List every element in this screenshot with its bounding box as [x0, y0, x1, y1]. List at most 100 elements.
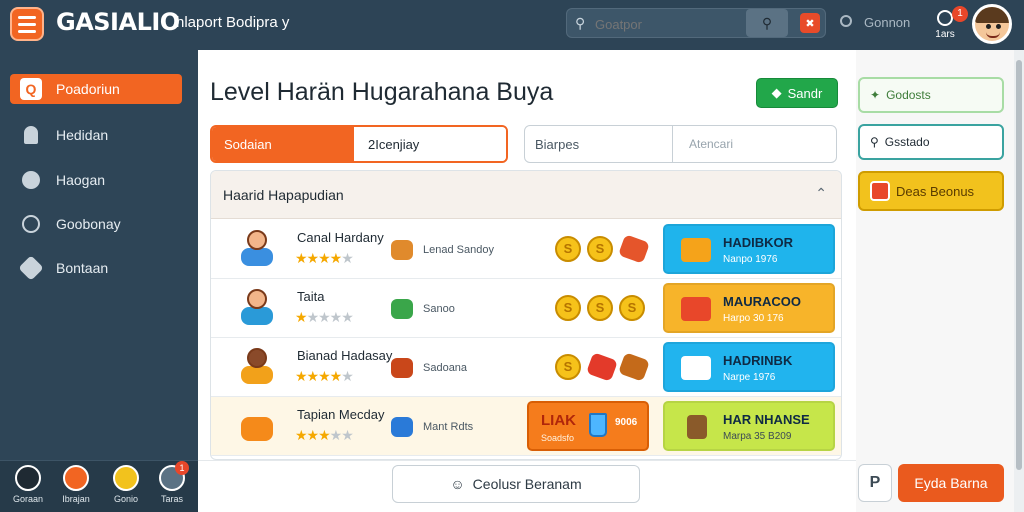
reward-title: HAR NHANSE — [723, 412, 810, 427]
menu-button[interactable] — [10, 7, 44, 41]
rating-stars: ★★★★★ — [295, 427, 354, 443]
sidebar-item-label: Hedidan — [56, 127, 109, 143]
filter-atencari[interactable]: Atencari — [673, 126, 836, 162]
dock-item-gonio[interactable]: Gonio — [104, 465, 148, 504]
clear-icon[interactable]: ✖ — [800, 13, 820, 33]
send-button-label: Sandr — [787, 85, 823, 101]
primary-action-button[interactable]: Eyda Barna — [898, 464, 1004, 502]
reward-card[interactable]: HADRINBK Narpe 1976 — [663, 342, 835, 392]
status-text: Gonnon — [864, 15, 911, 30]
coin-icon: S — [619, 295, 645, 321]
filter-biarpes[interactable]: Biarpes — [525, 126, 673, 162]
search-panel-button[interactable]: ⚲ Gsstado — [858, 124, 1004, 160]
dock-label: Ibrajan — [62, 494, 90, 504]
sidebar-item-hedidan[interactable]: Hedidan — [10, 120, 182, 150]
notification-badge: 1 — [952, 6, 968, 22]
bottle-icon — [391, 358, 413, 378]
item-name: Sanoo — [423, 303, 455, 315]
sidebar-item-poadoriun[interactable]: Q Poadoriun — [10, 74, 182, 104]
reward-card[interactable]: HADIBKOR Nanpo 1976 — [663, 224, 835, 274]
diamond-icon: ◆ — [771, 85, 782, 100]
app-subtitle: hlaport Bodipra y — [176, 14, 290, 31]
sidebar-item-label: Goobonay — [56, 216, 121, 232]
list-header: Haarid Hapapudian ⌃ — [211, 171, 841, 219]
user-avatar[interactable] — [972, 4, 1012, 44]
search-icon: ⚲ — [870, 135, 879, 149]
rating-stars: ★★★★★ — [295, 250, 354, 266]
godosts-button[interactable]: ✦ Godosts — [858, 77, 1004, 113]
dock-item-goraan[interactable]: Goraan — [6, 465, 50, 504]
page-title: Level Harän Hugarahana Buya — [210, 78, 554, 106]
item-name: Lenad Sandoy — [423, 244, 494, 256]
tab-sodaian[interactable]: Sodaian — [212, 127, 354, 161]
list-item[interactable]: Bianad Hadasay ★★★★★ Sadoana S HADRINBK … — [211, 338, 841, 397]
reward-card[interactable]: HAR NHANSE Marpa 35 B209 — [663, 401, 835, 451]
list-header-title: Haarid Hapapudian — [223, 187, 344, 203]
rating-stars: ★★★★★ — [295, 309, 354, 325]
right-panel: ✦ Godosts ⚲ Gsstado Deas Beonus P Eyda B… — [856, 50, 1014, 512]
send-button[interactable]: ◆ Sandr — [756, 78, 838, 108]
coin-icon: S — [587, 236, 613, 262]
sidebar-item-goobonay[interactable]: Goobonay — [10, 209, 182, 239]
bonus-button[interactable]: Deas Beonus — [858, 171, 1004, 211]
cup-icon — [586, 352, 618, 382]
continue-button[interactable]: ☺ Ceolusr Beranam — [392, 465, 640, 503]
item-name: Sadoana — [423, 362, 468, 374]
search-panel-label: Gsstado — [884, 135, 930, 149]
main-footer: ☺ Ceolusr Beranam — [198, 460, 856, 512]
item-icon — [681, 238, 711, 262]
help-button[interactable]: P — [858, 464, 892, 502]
tab-icenjiay[interactable]: 2Icenjiay — [354, 127, 506, 161]
profile-icon — [15, 465, 41, 491]
game-icon — [63, 465, 89, 491]
sidebar-item-bontaan[interactable]: Bontaan — [10, 253, 182, 283]
promo-title: LIAK — [541, 412, 576, 429]
sidebar: Q Poadoriun Hedidan Haogan Goobonay Bont… — [0, 50, 198, 512]
dock-item-taras[interactable]: 1 Taras — [150, 461, 194, 504]
godosts-label: Godosts — [886, 88, 931, 102]
search-input[interactable] — [595, 13, 735, 35]
note-icon — [681, 356, 711, 380]
reward-list: Haarid Hapapudian ⌃ Canal Hardany ★★★★★ … — [210, 170, 842, 460]
list-item[interactable]: Tapian Mecday ★★★★★ Mant Rdts LIAK Soads… — [211, 397, 841, 456]
list-item[interactable]: Canal Hardany ★★★★★ Lenad Sandoy S S HAD… — [211, 220, 841, 279]
continue-button-label: Ceolusr Beranam — [472, 476, 582, 492]
cup-icon — [589, 413, 607, 437]
dock-label: Goraan — [12, 494, 44, 504]
bottom-dock: Goraan Ibrajan Gonio 1 Taras — [0, 460, 198, 512]
sidebar-item-label: Poadoriun — [56, 81, 120, 97]
gift-icon — [870, 181, 890, 201]
sidebar-item-label: Bontaan — [56, 260, 109, 276]
scroll-thumb[interactable] — [1016, 60, 1022, 470]
reward-title: HADRINBK — [723, 353, 793, 368]
filter-group: Biarpes Atencari — [524, 125, 837, 163]
notification-button[interactable]: 1 1ars — [930, 6, 968, 44]
person-icon — [20, 124, 42, 146]
scrollbar[interactable] — [1014, 50, 1024, 512]
promo-card[interactable]: LIAK Soadsfo 9006 — [527, 401, 649, 451]
dock-item-ibrajan[interactable]: Ibrajan — [54, 465, 98, 504]
dock-label: Gonio — [113, 494, 139, 504]
sidebar-item-haogan[interactable]: Haogan — [10, 165, 182, 195]
collapse-icon[interactable]: ⌃ — [815, 185, 827, 202]
list-item[interactable]: Taita ★★★★★ Sanoo S S S MAURACOO Harpo 3… — [211, 279, 841, 338]
coin-icon: S — [555, 236, 581, 262]
reward-title: MAURACOO — [723, 294, 801, 309]
jar-icon — [391, 417, 413, 437]
leaf-icon: ✦ — [870, 88, 881, 102]
search-button[interactable]: ⚲ — [746, 9, 788, 37]
coin-icon: S — [555, 354, 581, 380]
gear-icon — [18, 255, 44, 281]
food-icon — [618, 352, 650, 382]
reward-card[interactable]: MAURACOO Harpo 30 176 — [663, 283, 835, 333]
top-bar: GASIALIO hlaport Bodipra y ⚲ ⚲ ✖ Gonnon … — [0, 0, 1024, 50]
reward-subtitle: Harpo 30 176 — [723, 313, 784, 324]
coin-icon: S — [587, 295, 613, 321]
coin-icon: S — [555, 295, 581, 321]
item-name: Mant Rdts — [423, 421, 474, 433]
food-icon — [391, 240, 413, 260]
character-icon — [235, 228, 279, 270]
home-icon: Q — [20, 78, 42, 100]
character-icon — [235, 405, 279, 447]
reward-subtitle: Narpe 1976 — [723, 372, 776, 383]
